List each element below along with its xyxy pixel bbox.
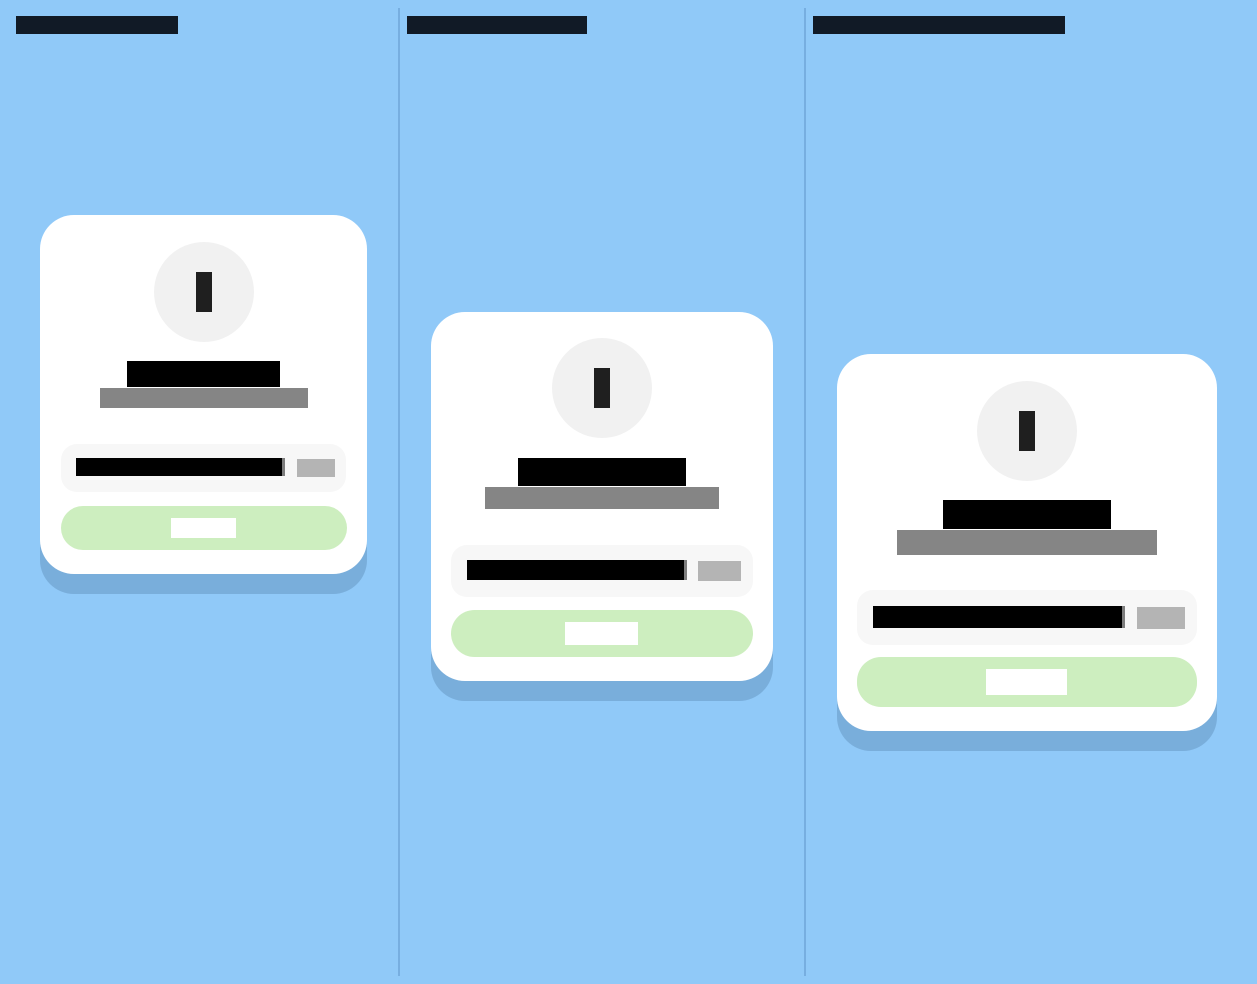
vertical-bar-icon bbox=[1019, 411, 1035, 451]
headline-redacted bbox=[518, 458, 686, 486]
subline-redacted bbox=[897, 530, 1157, 555]
headline-redacted bbox=[127, 361, 280, 387]
input-value-redacted[interactable] bbox=[873, 606, 1122, 628]
primary-button[interactable] bbox=[857, 657, 1197, 707]
input-panel[interactable] bbox=[857, 590, 1197, 645]
primary-button[interactable] bbox=[451, 610, 753, 657]
column-divider bbox=[804, 8, 806, 976]
column-title-redacted bbox=[813, 16, 1065, 34]
button-label-redacted bbox=[986, 669, 1067, 695]
input-panel[interactable] bbox=[61, 444, 346, 492]
account-card bbox=[837, 354, 1217, 731]
avatar bbox=[977, 381, 1077, 481]
vertical-bar-icon bbox=[196, 272, 212, 312]
account-card bbox=[431, 312, 773, 681]
avatar bbox=[154, 242, 254, 342]
primary-button[interactable] bbox=[61, 506, 347, 550]
input-panel[interactable] bbox=[451, 545, 753, 597]
vertical-bar-icon bbox=[594, 368, 610, 408]
subline-redacted bbox=[100, 388, 308, 408]
column-title-redacted bbox=[16, 16, 178, 34]
comparison-canvas bbox=[0, 0, 1257, 984]
input-action-button[interactable] bbox=[297, 459, 335, 477]
button-label-redacted bbox=[171, 518, 236, 538]
input-value-redacted[interactable] bbox=[467, 560, 684, 580]
input-action-button[interactable] bbox=[698, 561, 741, 581]
button-label-redacted bbox=[565, 622, 638, 645]
avatar bbox=[552, 338, 652, 438]
subline-redacted bbox=[485, 487, 719, 509]
account-card bbox=[40, 215, 367, 574]
column-divider bbox=[398, 8, 400, 976]
headline-redacted bbox=[943, 500, 1111, 529]
input-value-redacted[interactable] bbox=[76, 458, 282, 476]
input-action-button[interactable] bbox=[1137, 607, 1185, 629]
column-title-redacted bbox=[407, 16, 587, 34]
